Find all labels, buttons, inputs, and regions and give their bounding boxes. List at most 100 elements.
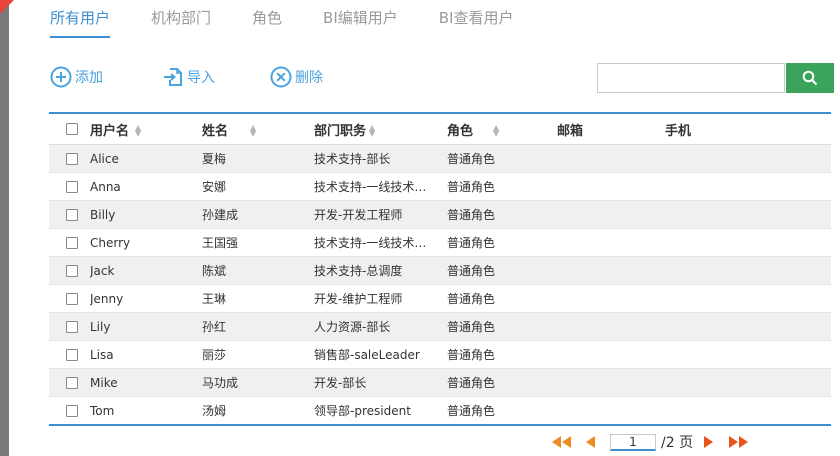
row-checkbox[interactable] [66, 293, 78, 305]
table-row[interactable]: Lily 孙红 人力资源-部长 普通角色 [49, 312, 831, 341]
cell-email [557, 396, 665, 424]
cell-role: 普通角色 [447, 172, 557, 201]
row-checkbox[interactable] [66, 377, 78, 389]
table-row[interactable]: Anna 安娜 技术支持-一线技术… 普通角色 [49, 172, 831, 201]
cell-username: Jenny [90, 284, 202, 313]
table-row[interactable]: Alice 夏梅 技术支持-部长 普通角色 [49, 144, 831, 173]
import-label: 导入 [187, 70, 215, 86]
cell-phone [665, 144, 831, 173]
cell-phone [665, 284, 831, 313]
cell-name: 陈斌 [202, 256, 314, 285]
sort-icon[interactable]: ▲ ▼ [250, 124, 256, 138]
delete-button[interactable]: 删除 [270, 66, 323, 88]
table-row[interactable]: Jack 陈斌 技术支持-总调度 普通角色 [49, 256, 831, 285]
row-checkbox-cell [49, 340, 90, 369]
cell-username: Mike [90, 368, 202, 397]
double-left-arrow-icon [552, 436, 571, 448]
cell-dept: 开发-开发工程师 [314, 200, 447, 229]
double-right-arrow-icon [729, 436, 749, 448]
row-checkbox[interactable] [66, 265, 78, 277]
row-checkbox-cell [49, 144, 90, 173]
cell-role: 普通角色 [447, 200, 557, 229]
table-row[interactable]: Billy 孙建成 开发-开发工程师 普通角色 [49, 200, 831, 229]
cell-phone [665, 172, 831, 201]
table-row[interactable]: Cherry 王国强 技术支持-一线技术… 普通角色 [49, 228, 831, 257]
cell-username: Anna [90, 172, 202, 201]
header-dept-label: 部门职务 [314, 123, 367, 139]
row-checkbox[interactable] [66, 321, 78, 333]
row-checkbox-cell [49, 172, 90, 201]
first-page-button[interactable] [550, 435, 574, 449]
row-checkbox-cell [49, 200, 90, 229]
last-page-button[interactable] [727, 435, 751, 449]
tab-bi-view-users[interactable]: BI查看用户 [439, 0, 514, 40]
page-total: /2 页 [661, 435, 694, 451]
cell-phone [665, 256, 831, 285]
tab-roles[interactable]: 角色 [252, 0, 282, 40]
cell-role: 普通角色 [447, 284, 557, 313]
tab-all-users[interactable]: 所有用户 [50, 0, 111, 40]
cell-dept: 开发-维护工程师 [314, 284, 447, 313]
row-checkbox[interactable] [66, 181, 78, 193]
cell-phone [665, 368, 831, 397]
row-checkbox[interactable] [66, 405, 78, 417]
select-all-checkbox[interactable] [66, 123, 78, 135]
header-dept[interactable]: 部门职务 ▲ ▼ [314, 114, 447, 145]
cell-phone [665, 340, 831, 369]
table-row[interactable]: Lisa 丽莎 销售部-saleLeader 普通角色 [49, 340, 831, 369]
sort-icon[interactable]: ▲ ▼ [135, 124, 141, 138]
header-phone-label: 手机 [665, 123, 692, 139]
cell-name: 孙建成 [202, 200, 314, 229]
cell-name: 安娜 [202, 172, 314, 201]
header-role[interactable]: 角色 ▲ ▼ [447, 114, 557, 145]
row-checkbox[interactable] [66, 349, 78, 361]
prev-page-button[interactable] [584, 435, 596, 449]
cell-email [557, 256, 665, 285]
next-page-button[interactable] [703, 435, 715, 449]
cell-phone [665, 228, 831, 257]
header-name-label: 姓名 [202, 123, 229, 139]
cell-email [557, 368, 665, 397]
cell-username: Cherry [90, 228, 202, 257]
cell-dept: 技术支持-部长 [314, 144, 447, 173]
cell-dept: 技术支持-一线技术… [314, 172, 447, 201]
pagination: /2 页 [550, 430, 751, 454]
delete-label: 删除 [295, 70, 323, 86]
toolbar: 添加 导入 删除 [50, 63, 323, 91]
header-username-label: 用户名 [90, 123, 130, 139]
tab-departments[interactable]: 机构部门 [151, 0, 211, 40]
cell-email [557, 228, 665, 257]
search-icon [802, 70, 818, 86]
header-username[interactable]: 用户名 ▲ ▼ [90, 114, 202, 145]
search-button[interactable] [786, 63, 834, 93]
cell-dept: 人力资源-部长 [314, 312, 447, 341]
import-button[interactable]: 导入 [162, 66, 270, 88]
cell-name: 王国强 [202, 228, 314, 257]
search-input[interactable] [597, 63, 785, 93]
add-button[interactable]: 添加 [50, 66, 162, 88]
sort-icon[interactable]: ▲ ▼ [369, 124, 375, 138]
cell-username: Lily [90, 312, 202, 341]
table-header-row: 用户名 ▲ ▼ 姓名 ▲ ▼ 部门职务 ▲ ▼ 角色 ▲ ▼ 邮箱 手机 [49, 114, 831, 145]
header-name[interactable]: 姓名 ▲ ▼ [202, 114, 314, 145]
cell-phone [665, 200, 831, 229]
row-checkbox[interactable] [66, 237, 78, 249]
table-row[interactable]: Tom 汤姆 领导部-president 普通角色 [49, 396, 831, 424]
corner-marker [0, 0, 14, 14]
cell-email [557, 144, 665, 173]
cell-role: 普通角色 [447, 144, 557, 173]
cell-username: Lisa [90, 340, 202, 369]
row-checkbox[interactable] [66, 153, 78, 165]
row-checkbox[interactable] [66, 209, 78, 221]
sort-icon[interactable]: ▲ ▼ [493, 124, 499, 138]
table-row[interactable]: Mike 马功成 开发-部长 普通角色 [49, 368, 831, 397]
table-row[interactable]: Jenny 王琳 开发-维护工程师 普通角色 [49, 284, 831, 313]
tab-bi-edit-users[interactable]: BI编辑用户 [323, 0, 398, 40]
page-number-input[interactable] [610, 433, 656, 451]
cell-username: Jack [90, 256, 202, 285]
cell-role: 普通角色 [447, 256, 557, 285]
cell-username: Billy [90, 200, 202, 229]
header-phone: 手机 [665, 114, 831, 145]
cell-email [557, 200, 665, 229]
left-arrow-icon [586, 436, 595, 448]
